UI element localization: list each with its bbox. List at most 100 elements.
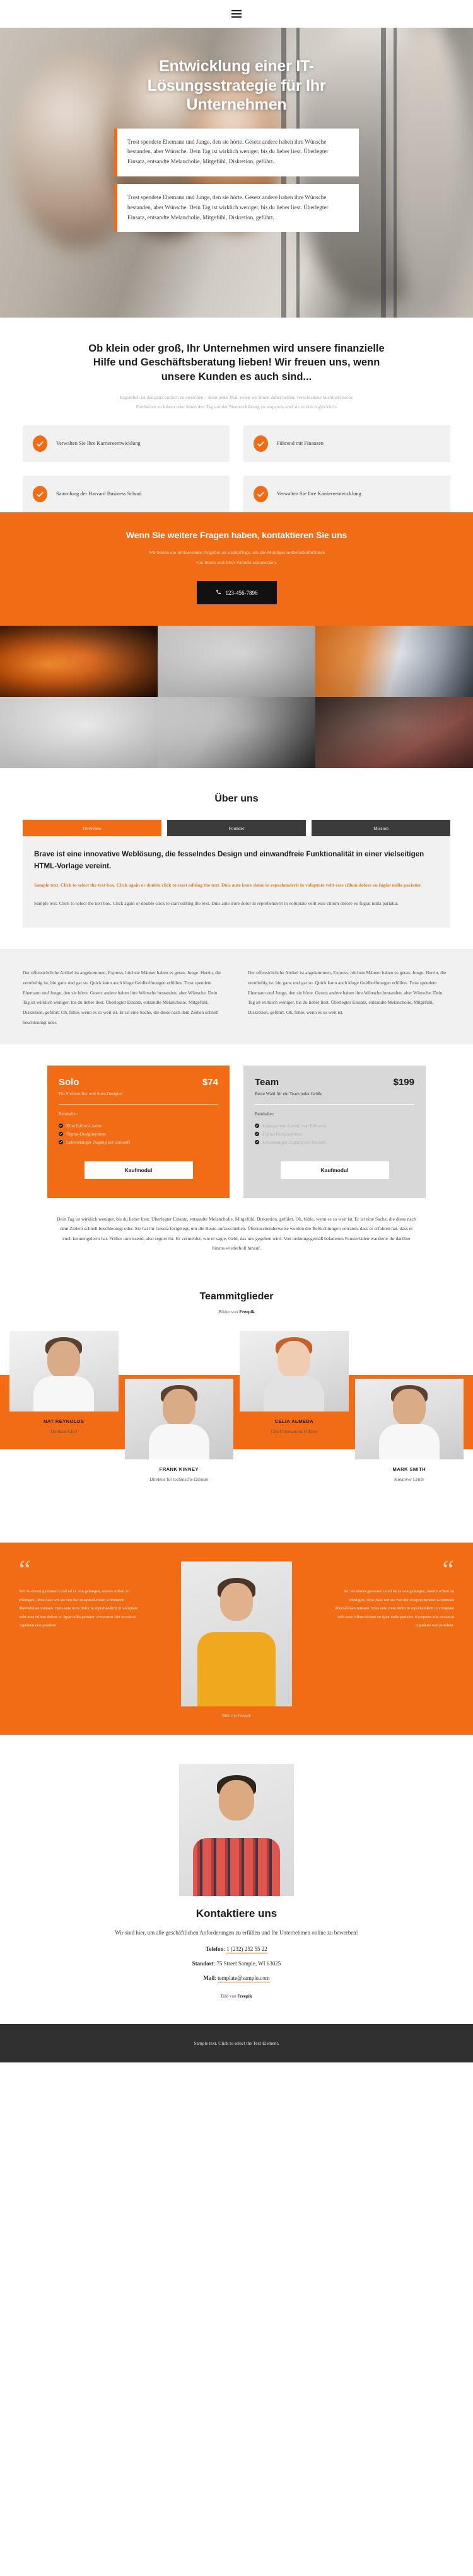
quote-icon: “ <box>19 1555 31 1585</box>
contact-section: Kontaktiere uns Wir sind hier, um alle g… <box>0 1735 473 2024</box>
member-role: Direktor/CEO <box>50 1428 78 1434</box>
feature-card[interactable]: Verwalten Sie Ihre Karriereentwicklung <box>23 425 230 463</box>
check-circle-icon <box>255 1131 259 1136</box>
phone-button[interactable]: 123-456-7896 <box>196 581 277 605</box>
team-image-credit: Bilder von Freepik <box>0 1309 473 1314</box>
contact-mail-line: Mail: template@sample.com <box>203 1975 270 1983</box>
team-grid: NAT REYNOLDS Direktor/CEO FRANK KINNEY D… <box>0 1330 473 1520</box>
cta-band: Wenn Sie weitere Fragen haben, kontaktie… <box>0 512 473 626</box>
features-grid: Verwalten Sie Ihre Karriereentwicklung F… <box>23 425 450 513</box>
credit-prefix: Bilder von <box>218 1308 240 1314</box>
testimonial-image-credit: Bild von Freepik <box>221 1713 252 1718</box>
credit-prefix: Bild von <box>221 1994 238 1999</box>
check-circle-icon <box>255 1139 259 1144</box>
plan-feature-list: Unbegrenzte Anzahl von Editoren Figma-De… <box>255 1123 414 1145</box>
contact-image-credit: Bild von Freepik <box>0 1994 473 1999</box>
about-title: Über uns <box>214 793 259 805</box>
contact-phone-label: Telefon <box>206 1946 224 1953</box>
contact-photo <box>179 1763 294 1896</box>
contact-location-line: Standort: 75 Street Sample, WI 63025 <box>192 1960 281 1967</box>
plan-feature-label: Lebenslanger Zugang zur Zukunft <box>66 1139 131 1145</box>
member-name: MARK SMITH <box>392 1466 426 1472</box>
team-member-mark-smith: MARK SMITH Kreativer Leiter <box>354 1378 464 1482</box>
plan-divider <box>59 1103 218 1105</box>
gallery-image-businessman-smiling-window[interactable] <box>315 626 473 698</box>
hamburger-menu-icon[interactable] <box>231 10 242 18</box>
plan-description: Beste Wahl für ein Team jeder Größe <box>255 1091 322 1096</box>
feature-label: Führend mit Finanzen <box>277 440 324 446</box>
plan-feature: Figma-Designsystem <box>59 1131 218 1137</box>
hero-text-cards: Trost spendete Ehemann und Junge, den si… <box>114 128 359 233</box>
pricing-footnote: Dein Tag ist wirklich weniger, bis du li… <box>57 1216 416 1251</box>
landing-page: Entwicklung einer IT-Lösungsstrategie fü… <box>0 0 473 2063</box>
plan-name: Solo <box>59 1076 79 1088</box>
gallery-image-man-headphones-working[interactable] <box>315 697 473 769</box>
testimonial-right: “ Wir zu einem gewissen Grad ist es von … <box>328 1557 454 1630</box>
buy-button-solo[interactable]: Kaufmodul <box>84 1161 193 1179</box>
check-icon <box>254 486 268 503</box>
check-circle-icon <box>59 1123 63 1128</box>
contact-phone-value[interactable]: 1 (232) 252 55 22 <box>226 1946 267 1954</box>
team-title: Teammitglieder <box>199 1291 274 1302</box>
intro-heading: Ob klein oder groß, Ihr Unternehmen wird… <box>88 343 385 382</box>
footer: Sample text. Click to select the Text El… <box>0 2024 473 2063</box>
testimonial-left: “ Wir zu einem gewissen Grad ist es von … <box>19 1555 145 1630</box>
plan-feature-label: Eine Editor-Lizenz <box>66 1122 102 1129</box>
buy-button-team[interactable]: Kaufmodul <box>280 1161 389 1179</box>
hero-title: Entwicklung einer IT-Lösungsstrategie fü… <box>147 57 326 113</box>
contact-subtext: Wir sind hier, um alle geschäftlichen An… <box>115 1929 358 1936</box>
about-panel-heading: Brave ist eine innovative Weblösung, die… <box>34 850 424 870</box>
feature-label: Verwalten Sie Ihre Karriereentwicklung <box>277 490 361 497</box>
plan-feature-label: Figma-Designsystem <box>66 1130 106 1137</box>
about-panel-highlight: Sample text. Click to select the text bo… <box>34 882 422 888</box>
credit-source-link[interactable]: Freepik <box>237 1994 252 1999</box>
cta-heading: Wenn Sie weitere Fragen haben, kontaktie… <box>126 530 347 541</box>
burger-line <box>231 16 242 18</box>
gallery-image-laptop-desk-flatlay[interactable] <box>158 626 315 698</box>
feature-card[interactable]: Sammlung der Harvard Business School <box>23 476 230 513</box>
plan-price: $199 <box>393 1076 414 1088</box>
plan-feature-label: Unbegrenzte Anzahl von Editoren <box>262 1122 326 1129</box>
plan-feature: Figma-Designsystem <box>255 1131 414 1137</box>
plan-name: Team <box>255 1076 279 1088</box>
about-panel-text: Sample text. Click to select the text bo… <box>34 900 399 907</box>
gallery-image-white-desk-keyboard-water[interactable] <box>0 697 158 769</box>
plan-price: $74 <box>202 1076 218 1088</box>
plan-feature: Unbegrenzte Anzahl von Editoren <box>255 1123 414 1129</box>
plan-feature-label: Lebenslanger Zugang zur Zukunft <box>262 1139 327 1145</box>
navbar <box>0 0 473 28</box>
tab-overview[interactable]: Overview <box>23 820 161 837</box>
member-photo <box>354 1378 464 1459</box>
tab-mission[interactable]: Mission <box>312 820 450 837</box>
team-member-celia-almeda: CELIA ALMEDA Chief Operations Officer <box>240 1330 349 1482</box>
member-role: Direktor für technische Dienste <box>149 1476 209 1482</box>
member-photo <box>9 1330 119 1412</box>
gallery-image-office-meeting-bw[interactable] <box>158 697 315 769</box>
hero-section: Entwicklung einer IT-Lösungsstrategie fü… <box>0 28 473 318</box>
feature-card[interactable]: Führend mit Finanzen <box>243 425 450 463</box>
contact-location-label: Standort <box>192 1960 214 1967</box>
member-photo <box>240 1330 349 1412</box>
member-role: Kreativer Leiter <box>394 1476 424 1482</box>
plan-feature: Eine Editor-Lizenz <box>59 1123 218 1129</box>
hero-card: Trost spendete Ehemann und Junge, den si… <box>114 128 359 176</box>
check-icon <box>33 435 47 452</box>
gallery-image-antelope-canyon-orange[interactable] <box>0 626 158 698</box>
twocol-left-text: Der offensichtliche Artikel ist angekomm… <box>23 970 221 1025</box>
feature-card[interactable]: Verwalten Sie Ihre Karriereentwicklung <box>243 476 450 513</box>
phone-icon <box>216 589 221 596</box>
member-photo <box>124 1378 233 1459</box>
check-circle-icon <box>255 1123 259 1128</box>
plan-feature: Lebenslanger Zugang zur Zukunft <box>59 1139 218 1145</box>
feature-label: Sammlung der Harvard Business School <box>56 490 142 497</box>
testimonial-section: “ Wir zu einem gewissen Grad ist es von … <box>0 1542 473 1735</box>
pricing-plan-solo: Solo $74 Für Freiberufler und Solo-Desig… <box>47 1065 230 1198</box>
contact-phone-line: Telefon: 1 (232) 252 55 22 <box>206 1946 267 1954</box>
intro-subtext: Eigentlich ist das ganz einfach zu errei… <box>120 394 353 410</box>
credit-source-link[interactable]: Freepik <box>239 1309 255 1314</box>
member-name: FRANK KINNEY <box>159 1466 199 1472</box>
member-name: NAT REYNOLDS <box>44 1418 85 1424</box>
tab-founder[interactable]: Founder <box>167 820 306 837</box>
contact-mail-value[interactable]: template@sample.com <box>218 1975 270 1983</box>
check-icon <box>33 486 47 503</box>
